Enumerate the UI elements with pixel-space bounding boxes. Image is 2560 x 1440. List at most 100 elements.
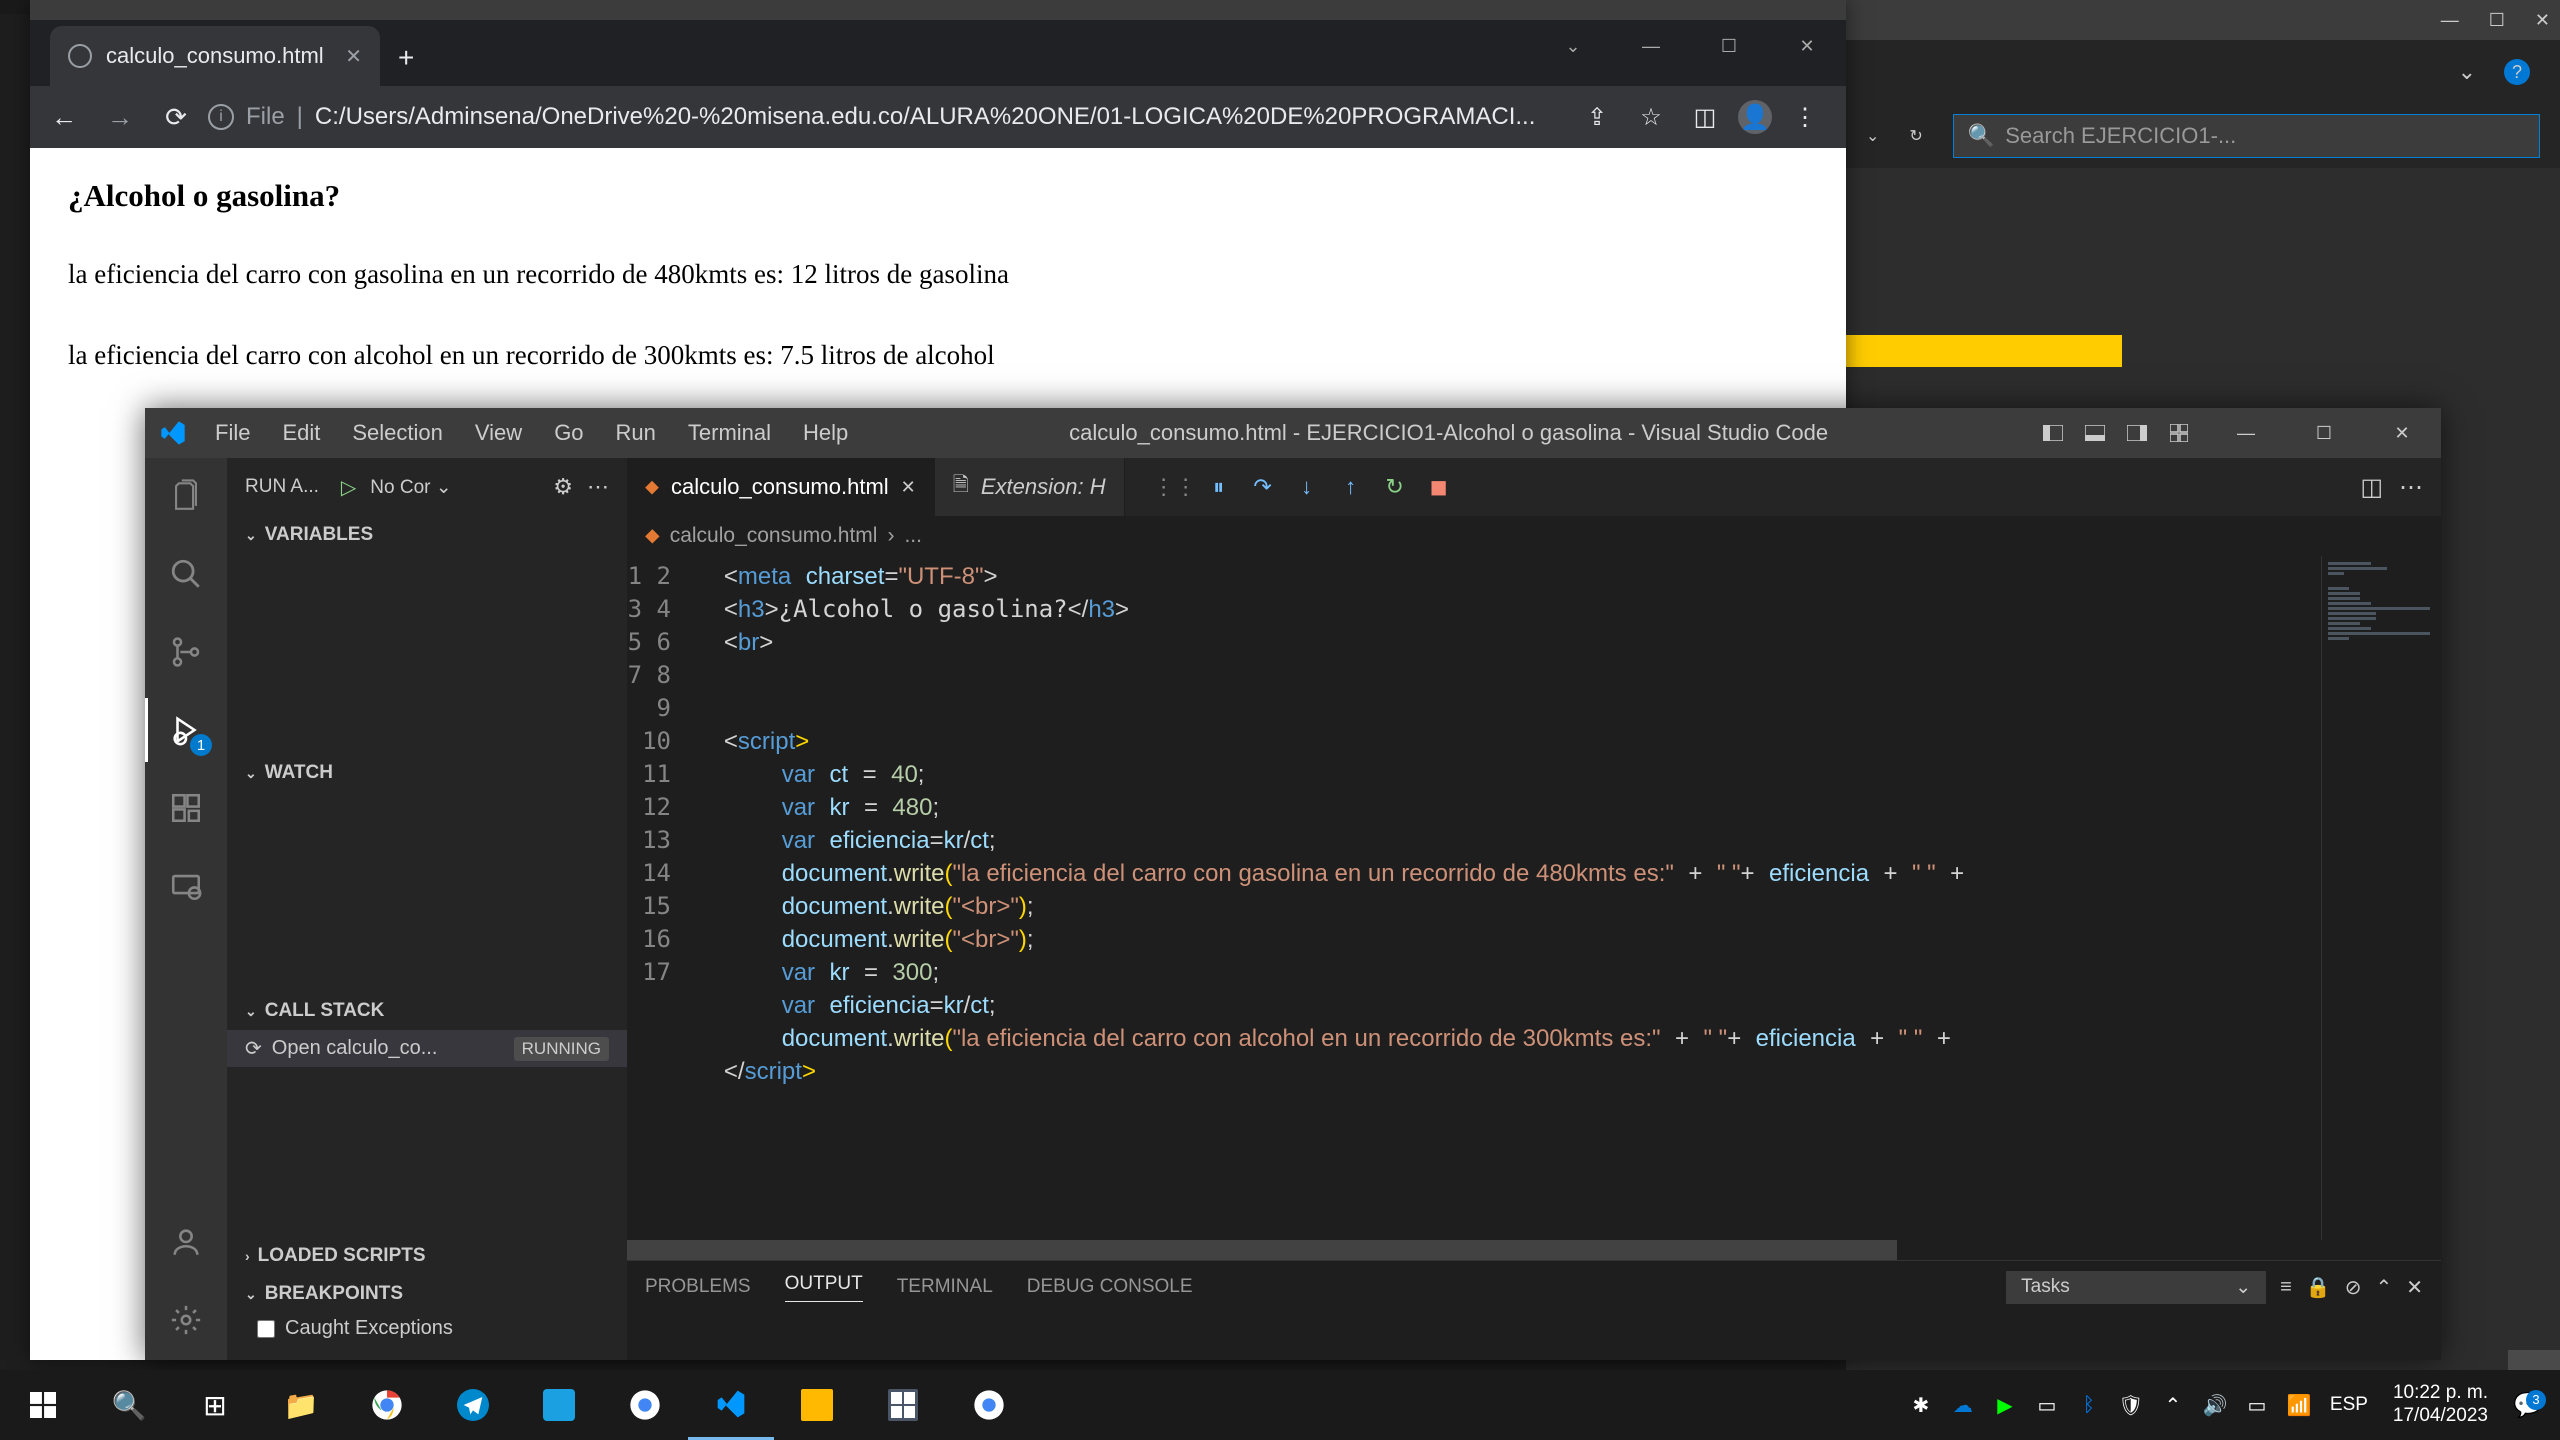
chrome-icon-3[interactable] xyxy=(946,1370,1032,1440)
bluetooth-icon[interactable]: ᛒ xyxy=(2069,1370,2109,1440)
maximize-icon[interactable]: ☐ xyxy=(1690,20,1768,72)
chrome-icon-2[interactable] xyxy=(602,1370,688,1440)
layout-right-icon[interactable] xyxy=(2119,419,2155,447)
menu-help[interactable]: Help xyxy=(789,420,862,446)
vscode-taskbar-icon[interactable] xyxy=(688,1370,774,1440)
profile-icon[interactable]: 👤 xyxy=(1738,100,1772,134)
layout-bottom-icon[interactable] xyxy=(2077,419,2113,447)
forward-button[interactable]: → xyxy=(96,93,144,141)
explorer-icon[interactable] xyxy=(162,472,210,520)
filter-icon[interactable]: ≡ xyxy=(2280,1276,2292,1299)
url-field[interactable]: i File | C:/Users/Adminsena/OneDrive%20-… xyxy=(208,103,1568,131)
watch-section[interactable]: ⌄WATCH xyxy=(227,754,627,792)
browser-tab[interactable]: calculo_consumo.html ✕ xyxy=(50,26,380,86)
toolbar-dropdown-icon[interactable]: ⌄ xyxy=(2458,59,2476,85)
tab-extension[interactable]: 🗎 Extension: H xyxy=(935,458,1125,516)
call-stack-section[interactable]: ⌄CALL STACK xyxy=(227,992,627,1030)
sticky-notes-icon[interactable] xyxy=(774,1370,860,1440)
slack-icon[interactable]: ✱ xyxy=(1901,1370,1941,1440)
pause-icon[interactable]: ⏸ xyxy=(1199,467,1239,507)
minimize-icon[interactable]: — xyxy=(2441,10,2459,31)
security-icon[interactable]: 🛡 xyxy=(2111,1370,2151,1440)
remote-icon[interactable] xyxy=(162,862,210,910)
battery-icon[interactable]: ▭ xyxy=(2237,1370,2277,1440)
dropdown-icon[interactable]: ⌄ xyxy=(1534,20,1612,72)
drag-handle-icon[interactable]: ⋮⋮ xyxy=(1155,467,1195,507)
step-over-icon[interactable]: ↷ xyxy=(1243,467,1283,507)
chrome-icon[interactable] xyxy=(344,1370,430,1440)
back-button[interactable]: ← xyxy=(40,93,88,141)
sidepanel-icon[interactable]: ◫ xyxy=(1684,96,1726,138)
menu-go[interactable]: Go xyxy=(540,420,597,446)
gear-icon[interactable]: ⚙ xyxy=(553,474,573,500)
volume-icon[interactable]: 🔊 xyxy=(2195,1370,2235,1440)
close-panel-icon[interactable]: ✕ xyxy=(2406,1275,2423,1300)
minimap[interactable] xyxy=(2321,556,2441,1240)
file-explorer-icon[interactable]: 📁 xyxy=(258,1370,344,1440)
menu-run[interactable]: Run xyxy=(602,420,670,446)
tray-icon-1[interactable]: ▶ xyxy=(1985,1370,2025,1440)
extensions-icon[interactable] xyxy=(162,784,210,832)
call-stack-item[interactable]: ⟳ Open calculo_co... RUNNING xyxy=(227,1030,627,1067)
panel-tab-debug-console[interactable]: DEBUG CONSOLE xyxy=(1027,1276,1193,1298)
menu-view[interactable]: View xyxy=(461,420,536,446)
step-into-icon[interactable]: ↓ xyxy=(1287,467,1327,507)
start-button[interactable] xyxy=(0,1370,86,1440)
settings-icon[interactable] xyxy=(162,1296,210,1344)
refresh-icon[interactable]: ↻ xyxy=(1909,126,1922,146)
start-debug-icon[interactable]: ▷ xyxy=(341,475,356,500)
clear-icon[interactable]: ⊘ xyxy=(2345,1275,2362,1300)
calculator-icon[interactable] xyxy=(860,1370,946,1440)
tray-icon-2[interactable]: ▭ xyxy=(2027,1370,2067,1440)
layout-left-icon[interactable] xyxy=(2035,419,2071,447)
close-icon[interactable]: ✕ xyxy=(1768,20,1846,72)
variables-section[interactable]: ⌄VARIABLES xyxy=(227,516,627,554)
search-icon[interactable]: 🔍 xyxy=(86,1370,172,1440)
stop-icon[interactable]: ◼ xyxy=(1419,467,1459,507)
onedrive-icon[interactable]: ☁ xyxy=(1943,1370,1983,1440)
more-icon[interactable]: ⋯ xyxy=(587,474,609,500)
app-icon-1[interactable] xyxy=(516,1370,602,1440)
output-channel-select[interactable]: Tasks⌄ xyxy=(2006,1271,2266,1304)
tab-close-icon[interactable]: ✕ xyxy=(345,44,362,69)
collapse-icon[interactable]: ⌃ xyxy=(2375,1275,2392,1300)
code-content[interactable]: <meta charset="UTF-8"> <h3>¿Alcohol o ga… xyxy=(695,556,2321,1240)
step-out-icon[interactable]: ↑ xyxy=(1331,467,1371,507)
debug-config-select[interactable]: No Cor ⌄ xyxy=(370,476,451,499)
bookmark-icon[interactable]: ☆ xyxy=(1630,96,1672,138)
source-control-icon[interactable] xyxy=(162,628,210,676)
breakpoints-section[interactable]: ⌄BREAKPOINTS xyxy=(227,1275,627,1313)
panel-tab-terminal[interactable]: TERMINAL xyxy=(897,1276,993,1298)
bg-scrollbar[interactable] xyxy=(2508,1350,2560,1370)
close-icon[interactable]: ✕ xyxy=(2535,10,2550,31)
minimize-icon[interactable]: — xyxy=(1612,20,1690,72)
info-icon[interactable]: i xyxy=(208,104,234,130)
panel-tab-output[interactable]: OUTPUT xyxy=(785,1273,863,1302)
telegram-icon[interactable] xyxy=(430,1370,516,1440)
breadcrumb[interactable]: ⬥ calculo_consumo.html › ... xyxy=(627,516,2441,556)
run-debug-icon[interactable]: 1 xyxy=(162,706,210,754)
account-icon[interactable] xyxy=(162,1218,210,1266)
panel-tab-problems[interactable]: PROBLEMS xyxy=(645,1276,751,1298)
restart-icon[interactable]: ↻ xyxy=(1375,467,1415,507)
tray-chevron-icon[interactable]: ⌃ xyxy=(2153,1370,2193,1440)
clock[interactable]: 10:22 p. m. 17/04/2023 xyxy=(2379,1382,2502,1428)
code-editor[interactable]: 1 2 3 4 5 6 7 8 9 10 11 12 13 14 15 16 1… xyxy=(627,556,2441,1240)
search-input[interactable]: 🔍 Search EJERCICIO1-... xyxy=(1953,114,2540,158)
menu-terminal[interactable]: Terminal xyxy=(674,420,785,446)
breakpoint-caught-exceptions[interactable]: Caught Exceptions xyxy=(227,1313,627,1344)
menu-icon[interactable]: ⋮ xyxy=(1784,96,1826,138)
tab-close-icon[interactable]: ✕ xyxy=(901,477,916,498)
vscode-titlebar[interactable]: File Edit Selection View Go Run Terminal… xyxy=(145,408,2441,458)
task-view-icon[interactable]: ⊞ xyxy=(172,1370,258,1440)
notifications-icon[interactable]: 💬 3 xyxy=(2504,1391,2552,1420)
close-icon[interactable]: ✕ xyxy=(2363,408,2441,458)
maximize-icon[interactable]: ☐ xyxy=(2489,10,2505,31)
maximize-icon[interactable]: ☐ xyxy=(2285,408,2363,458)
language-indicator[interactable]: ESP xyxy=(2321,1370,2377,1440)
help-icon[interactable]: ? xyxy=(2504,59,2530,85)
layout-grid-icon[interactable] xyxy=(2161,419,2197,447)
new-tab-button[interactable]: + xyxy=(380,42,432,86)
menu-file[interactable]: File xyxy=(201,420,264,446)
split-editor-icon[interactable]: ◫ xyxy=(2360,473,2383,502)
